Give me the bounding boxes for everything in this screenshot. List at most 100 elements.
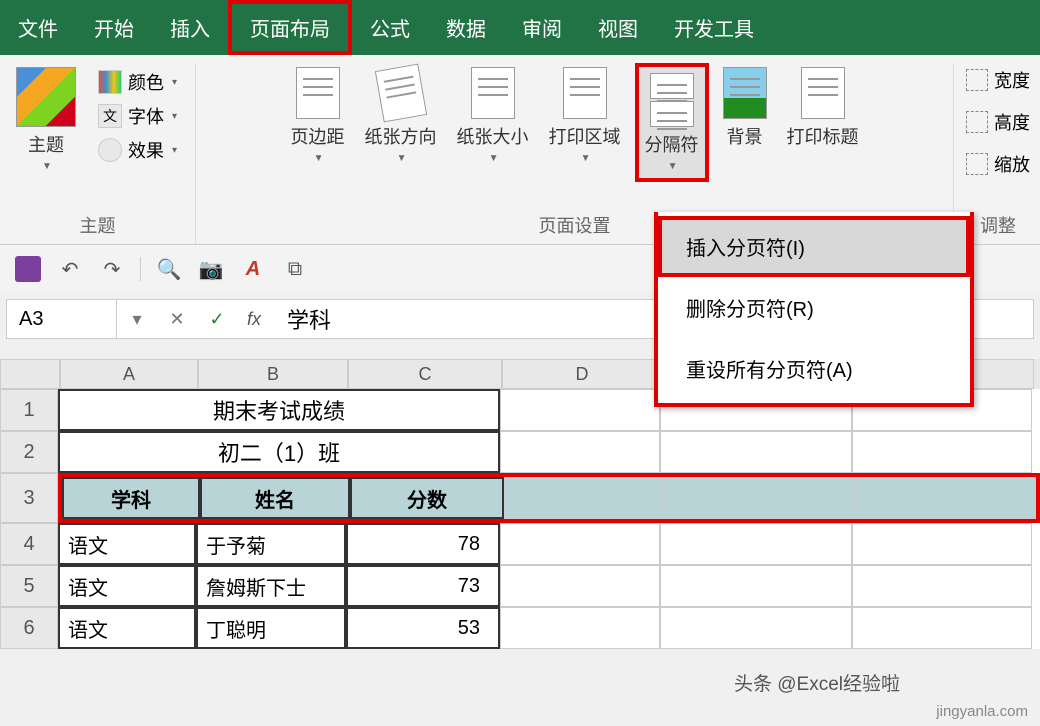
col-header-c[interactable]: C	[348, 359, 502, 389]
orientation-icon	[374, 64, 426, 123]
row-header-1[interactable]: 1	[0, 389, 58, 431]
colors-icon	[98, 70, 122, 94]
cell-e6[interactable]	[660, 607, 852, 649]
cell-c6[interactable]: 53	[346, 607, 500, 649]
tab-formulas[interactable]: 公式	[352, 0, 428, 55]
cell-f3[interactable]	[856, 477, 1036, 519]
group-label-themes: 主题	[80, 206, 116, 244]
tab-file[interactable]: 文件	[0, 0, 76, 55]
tab-data[interactable]: 数据	[428, 0, 504, 55]
background-icon	[723, 67, 767, 119]
width-control[interactable]: 宽度	[966, 63, 1030, 97]
cell-f2[interactable]	[852, 431, 1032, 473]
group-label-scale: 调整	[980, 206, 1016, 244]
menu-remove-break[interactable]: 删除分页符(R)	[658, 277, 970, 338]
breaks-dropdown: 插入分页符(I) 删除分页符(R) 重设所有分页符(A)	[654, 212, 974, 407]
cell-e3[interactable]	[664, 477, 856, 519]
cell-d2[interactable]	[500, 431, 660, 473]
row-header-4[interactable]: 4	[0, 523, 58, 565]
menu-insert-break[interactable]: 插入分页符(I)	[658, 216, 970, 277]
undo-button[interactable]: ↶	[56, 255, 84, 283]
menu-reset-breaks[interactable]: 重设所有分页符(A)	[658, 338, 970, 399]
themes-icon	[16, 67, 76, 127]
cell-f6[interactable]	[852, 607, 1032, 649]
row-header-5[interactable]: 5	[0, 565, 58, 607]
tab-page-layout[interactable]: 页面布局	[228, 0, 352, 55]
height-icon	[966, 111, 988, 133]
tab-insert[interactable]: 插入	[152, 0, 228, 55]
save-icon	[15, 256, 41, 282]
breaks-icon-2	[650, 101, 694, 127]
scale-icon	[966, 153, 988, 175]
width-icon	[966, 69, 988, 91]
cell-c5[interactable]: 73	[346, 565, 500, 607]
print-titles-icon	[801, 67, 845, 119]
cell-c4[interactable]: 78	[346, 523, 500, 565]
cell-d4[interactable]	[500, 523, 660, 565]
camera-button[interactable]: 📷	[197, 255, 225, 283]
tab-home[interactable]: 开始	[76, 0, 152, 55]
cell-e4[interactable]	[660, 523, 852, 565]
row-header-3[interactable]: 3	[0, 473, 58, 523]
tab-review[interactable]: 审阅	[504, 0, 580, 55]
effects-button[interactable]: 效果▾	[94, 135, 181, 165]
cell-b6[interactable]: 丁聪明	[196, 607, 346, 649]
cell-a6[interactable]: 语文	[58, 607, 196, 649]
col-header-a[interactable]: A	[60, 359, 198, 389]
cell-a4[interactable]: 语文	[58, 523, 196, 565]
save-button[interactable]	[14, 255, 42, 283]
colors-button[interactable]: 颜色▾	[94, 67, 181, 97]
ribbon-tabs: 文件 开始 插入 页面布局 公式 数据 审阅 视图 开发工具	[0, 0, 1040, 55]
cell-e5[interactable]	[660, 565, 852, 607]
enter-button[interactable]: ✓	[197, 300, 237, 338]
margins-icon	[296, 67, 340, 119]
fx-label[interactable]: fx	[237, 309, 271, 330]
cell-d5[interactable]	[500, 565, 660, 607]
margins-button[interactable]: 页边距 ▼	[285, 63, 351, 168]
select-all-corner[interactable]	[0, 359, 60, 389]
cell-subtitle[interactable]: 初二（1）班	[58, 431, 500, 473]
height-control[interactable]: 高度	[966, 105, 1030, 139]
cell-a3[interactable]: 学科	[62, 477, 200, 519]
row-header-2[interactable]: 2	[0, 431, 58, 473]
cell-c3[interactable]: 分数	[350, 477, 504, 519]
cell-e2[interactable]	[660, 431, 852, 473]
size-button[interactable]: 纸张大小 ▼	[451, 63, 535, 168]
cell-a5[interactable]: 语文	[58, 565, 196, 607]
preview-button[interactable]: 🔍	[155, 255, 183, 283]
cell-b3[interactable]: 姓名	[200, 477, 350, 519]
new-window-button[interactable]: ⧉	[281, 255, 309, 283]
tab-developer[interactable]: 开发工具	[656, 0, 772, 55]
print-area-button[interactable]: 打印区域 ▼	[543, 63, 627, 168]
scale-control[interactable]: 缩放	[966, 147, 1030, 181]
fonts-icon: 文	[98, 104, 122, 128]
name-box[interactable]: A3	[7, 300, 117, 338]
cancel-button[interactable]: ✕	[157, 300, 197, 338]
print-area-icon	[563, 67, 607, 119]
font-color-button[interactable]: A	[239, 255, 267, 283]
cell-b5[interactable]: 詹姆斯下士	[196, 565, 346, 607]
size-icon	[471, 67, 515, 119]
breaks-button[interactable]: 分隔符 ▼	[635, 63, 709, 182]
cell-f5[interactable]	[852, 565, 1032, 607]
col-header-b[interactable]: B	[198, 359, 348, 389]
row-header-6[interactable]: 6	[0, 607, 58, 649]
col-header-d[interactable]: D	[502, 359, 662, 389]
cell-d1[interactable]	[500, 389, 660, 431]
print-titles-button[interactable]: 打印标题	[781, 63, 865, 153]
cell-d6[interactable]	[500, 607, 660, 649]
redo-button[interactable]: ↷	[98, 255, 126, 283]
watermark-url: jingyanla.com	[936, 703, 1028, 720]
watermark-text: 头条 @Excel经验啦	[734, 669, 900, 696]
themes-button[interactable]: 主题 ▼	[10, 63, 82, 176]
tab-view[interactable]: 视图	[580, 0, 656, 55]
fonts-button[interactable]: 文 字体▾	[94, 101, 181, 131]
orientation-button[interactable]: 纸张方向 ▼	[359, 63, 443, 168]
name-box-dropdown[interactable]: ▾	[117, 300, 157, 338]
cell-d3[interactable]	[504, 477, 664, 519]
cell-b4[interactable]: 于予菊	[196, 523, 346, 565]
effects-icon	[98, 138, 122, 162]
cell-title[interactable]: 期末考试成绩	[58, 389, 500, 431]
background-button[interactable]: 背景	[717, 63, 773, 153]
cell-f4[interactable]	[852, 523, 1032, 565]
